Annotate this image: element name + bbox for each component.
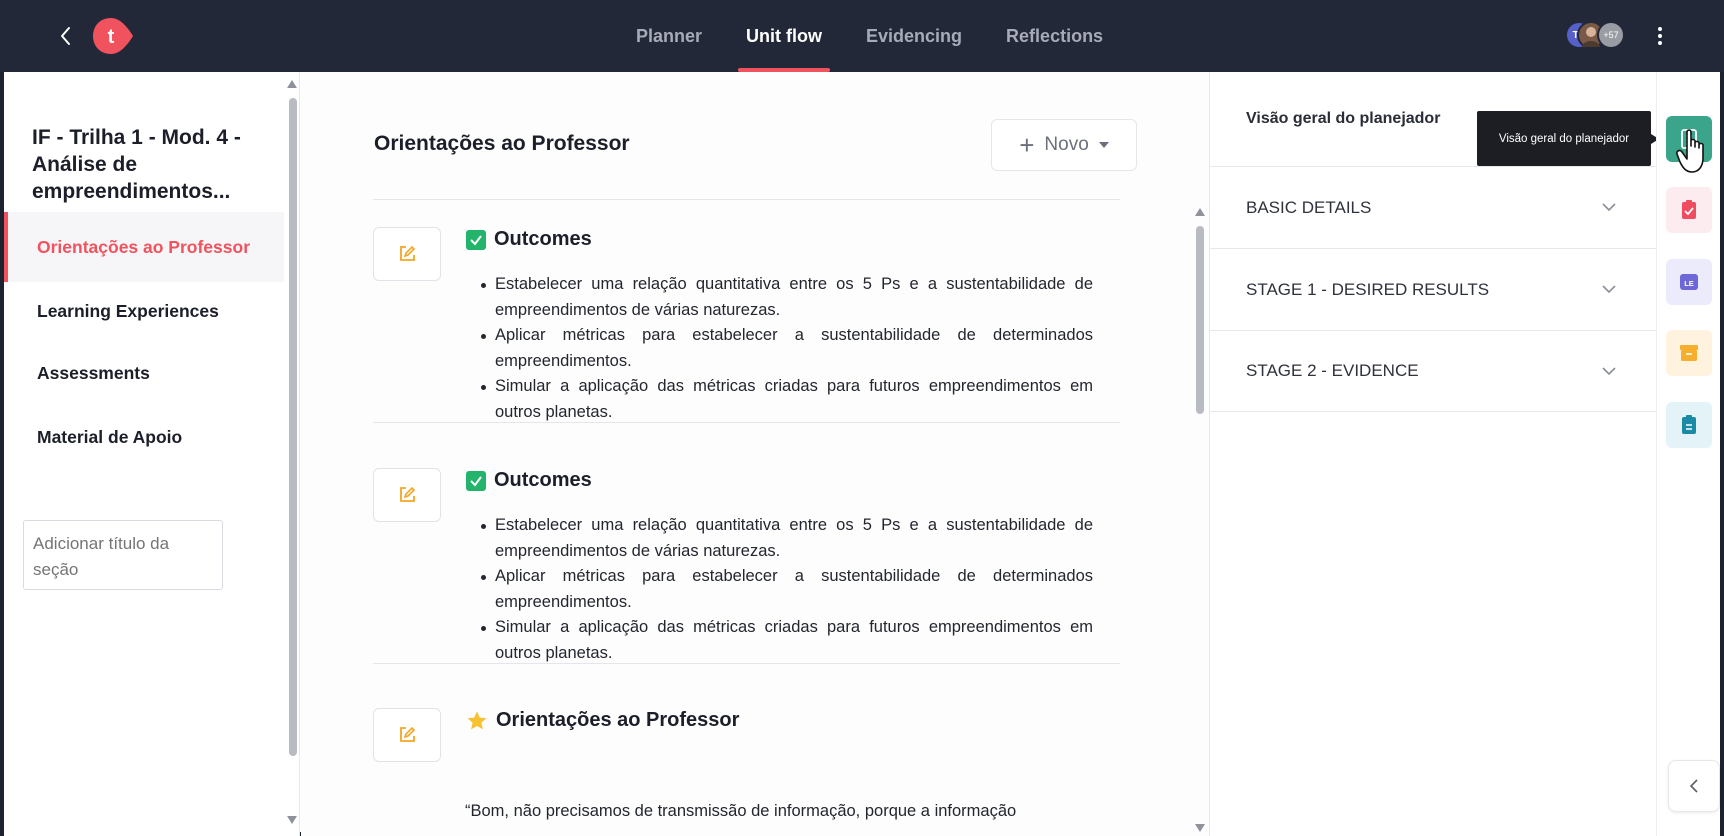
stage-1-button[interactable]: [1666, 187, 1712, 233]
plus-icon: +: [1019, 130, 1035, 160]
sidebar-item-learning-experiences[interactable]: Learning Experiences: [4, 276, 284, 346]
scroll-up-arrow[interactable]: [1195, 208, 1205, 216]
block-title-text: Outcomes: [494, 228, 592, 250]
collapse-panel-button[interactable]: [1668, 760, 1720, 812]
section-stage-1[interactable]: STAGE 1 - DESIRED RESULTS: [1210, 248, 1657, 330]
top-navigation-bar: t Planner Unit flow Evidencing Reflectio…: [0, 0, 1724, 72]
outcomes-list: Estabelecer uma relação quantitativa ent…: [479, 272, 1093, 425]
new-button-label: Novo: [1044, 134, 1089, 155]
outcomes-list: Estabelecer uma relação quantitativa ent…: [479, 513, 1093, 666]
learning-experience-icon: LE: [1680, 274, 1698, 290]
main-content: Orientações ao Professor + Novo Outcomes…: [301, 72, 1209, 836]
scroll-up-arrow[interactable]: [287, 80, 297, 88]
page-title: Orientações ao Professor: [374, 132, 630, 155]
list-item: Aplicar métricas para estabelecer a sust…: [479, 323, 1093, 374]
more-options-icon[interactable]: [1650, 22, 1670, 50]
edit-icon: [400, 245, 416, 261]
clipboard-button[interactable]: [1666, 402, 1712, 448]
svg-text:LE: LE: [1684, 279, 1694, 288]
svg-text:t: t: [108, 26, 115, 48]
main-tabs: Planner Unit flow Evidencing Reflections: [614, 0, 1125, 72]
collaborator-avatars[interactable]: TS +57: [1565, 21, 1625, 49]
block-title: Orientações ao Professor: [466, 709, 739, 732]
panel-title: Visão geral do planejador: [1246, 110, 1441, 127]
icon-rail: LE: [1656, 72, 1720, 836]
edit-icon: [400, 726, 416, 742]
tab-planner[interactable]: Planner: [614, 0, 724, 72]
caret-down-icon: [1098, 142, 1109, 148]
block-title: Outcomes: [466, 469, 592, 492]
edit-block-button[interactable]: [373, 468, 441, 522]
section-stage-2[interactable]: STAGE 2 - EVIDENCE: [1210, 330, 1657, 412]
divider: [373, 199, 1120, 200]
back-button[interactable]: [52, 22, 80, 50]
block-title-text: Outcomes: [494, 469, 592, 491]
chevron-down-icon: [1602, 367, 1616, 376]
list-item: Estabelecer uma relação quantitativa ent…: [479, 513, 1093, 564]
block-title-text: Orientações ao Professor: [496, 709, 740, 731]
archive-button[interactable]: [1666, 330, 1712, 376]
section-title-input[interactable]: [23, 520, 223, 590]
chevron-down-icon: [1602, 285, 1616, 294]
check-icon: [466, 470, 486, 491]
list-item: Aplicar métricas para estabelecer a sust…: [479, 564, 1093, 615]
section-basic-details[interactable]: BASIC DETAILS: [1210, 166, 1657, 248]
section-label: BASIC DETAILS: [1246, 197, 1372, 217]
new-button[interactable]: + Novo: [991, 119, 1137, 171]
divider: [373, 422, 1120, 423]
archive-icon: [1680, 345, 1698, 361]
chevron-left-icon: [61, 27, 70, 45]
scroll-down-arrow[interactable]: [287, 816, 297, 824]
clipboard-icon: [1682, 415, 1696, 434]
edit-icon: [400, 486, 416, 502]
sidebar-item-material-de-apoio[interactable]: Material de Apoio: [4, 402, 284, 472]
more-avatars-count: +57: [1597, 21, 1625, 49]
tab-unit-flow[interactable]: Unit flow: [724, 0, 844, 72]
chevron-left-icon: [1689, 779, 1698, 793]
clipboard-check-icon: [1682, 200, 1696, 219]
planner-overview-panel: Visão geral do planejador BASIC DETAILS …: [1209, 72, 1657, 836]
learning-experience-button[interactable]: LE: [1666, 259, 1712, 305]
section-label: STAGE 1 - DESIRED RESULTS: [1246, 279, 1490, 299]
list-item: Estabelecer uma relação quantitativa ent…: [479, 272, 1093, 323]
star-icon: [467, 711, 487, 729]
sidebar-item-orientacoes[interactable]: Orientações ao Professor: [4, 212, 284, 282]
block-text: “Bom, não precisamos de transmissão de i…: [465, 802, 1017, 820]
tab-evidencing[interactable]: Evidencing: [844, 0, 984, 72]
check-icon: [466, 229, 486, 250]
chevron-down-icon: [1602, 203, 1616, 212]
tab-reflections[interactable]: Reflections: [984, 0, 1125, 72]
block-title: Outcomes: [466, 228, 592, 251]
edit-block-button[interactable]: [373, 227, 441, 281]
edit-block-button[interactable]: [373, 708, 441, 762]
hand-cursor-icon: [1676, 129, 1704, 173]
list-item: Simular a aplicação das métricas criadas…: [479, 374, 1093, 425]
list-item: Simular a aplicação das métricas criadas…: [479, 615, 1093, 666]
sidebar: IF - Trilha 1 - Mod. 4 - Análise de empr…: [4, 72, 300, 836]
sidebar-scrollbar[interactable]: [289, 98, 297, 756]
section-label: STAGE 2 - EVIDENCE: [1246, 361, 1419, 380]
unit-title: IF - Trilha 1 - Mod. 4 - Análise de empr…: [32, 126, 241, 203]
content-scrollbar[interactable]: [1196, 226, 1204, 414]
divider: [373, 663, 1120, 664]
tooltip: Visão geral do planejador: [1477, 111, 1659, 166]
sidebar-item-assessments[interactable]: Assessments: [4, 338, 284, 408]
scroll-down-arrow[interactable]: [1195, 824, 1205, 832]
app-logo[interactable]: t: [92, 17, 134, 55]
